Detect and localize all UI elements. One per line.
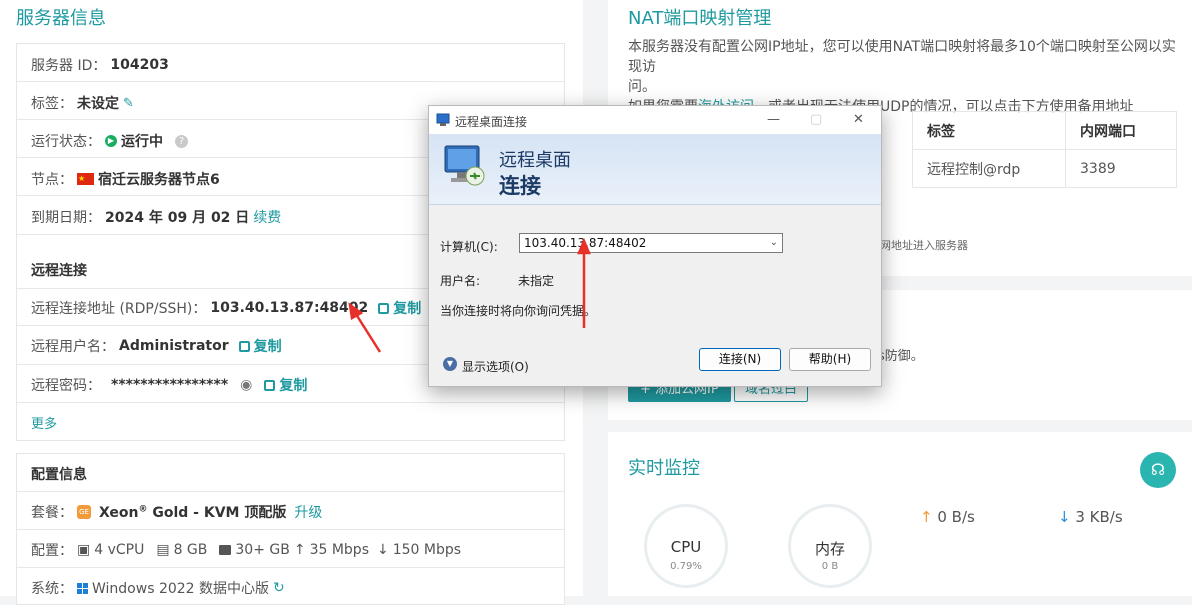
annotation-arrows [348,237,591,353]
annotation-arrowhead-1 [348,302,364,320]
annotation-arrow-1 [352,310,382,353]
annotation-arrowhead-2 [577,237,591,255]
